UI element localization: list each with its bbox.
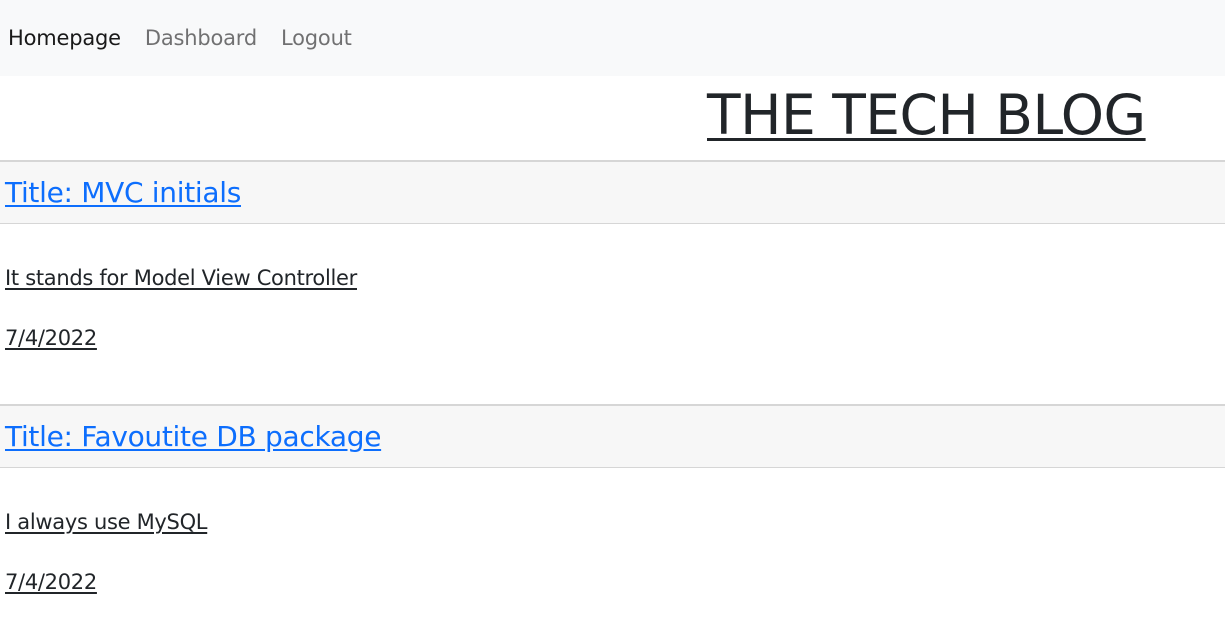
post-title-link[interactable]: Title: Favoutite DB package	[5, 420, 381, 453]
navbar: Homepage Dashboard Logout	[0, 0, 1225, 76]
post-header: Title: MVC initials	[0, 160, 1225, 224]
site-title[interactable]: THE TECH BLOG	[707, 82, 1146, 148]
post-body: I always use MySQL 7/4/2022	[0, 510, 1225, 596]
nav-link-homepage[interactable]: Homepage	[8, 26, 121, 50]
post-content-link[interactable]: I always use MySQL	[5, 510, 208, 534]
post-date-link[interactable]: 7/4/2022	[5, 570, 97, 594]
nav-link-logout[interactable]: Logout	[281, 26, 352, 50]
post-content-link[interactable]: It stands for Model View Controller	[5, 266, 357, 290]
post-header: Title: Favoutite DB package	[0, 404, 1225, 468]
post-card: Title: Favoutite DB package I always use…	[0, 404, 1225, 596]
nav-link-dashboard[interactable]: Dashboard	[145, 26, 257, 50]
post-date-link[interactable]: 7/4/2022	[5, 326, 97, 350]
post-card: Title: MVC initials It stands for Model …	[0, 160, 1225, 352]
post-body: It stands for Model View Controller 7/4/…	[0, 266, 1225, 352]
post-title-link[interactable]: Title: MVC initials	[5, 176, 241, 209]
